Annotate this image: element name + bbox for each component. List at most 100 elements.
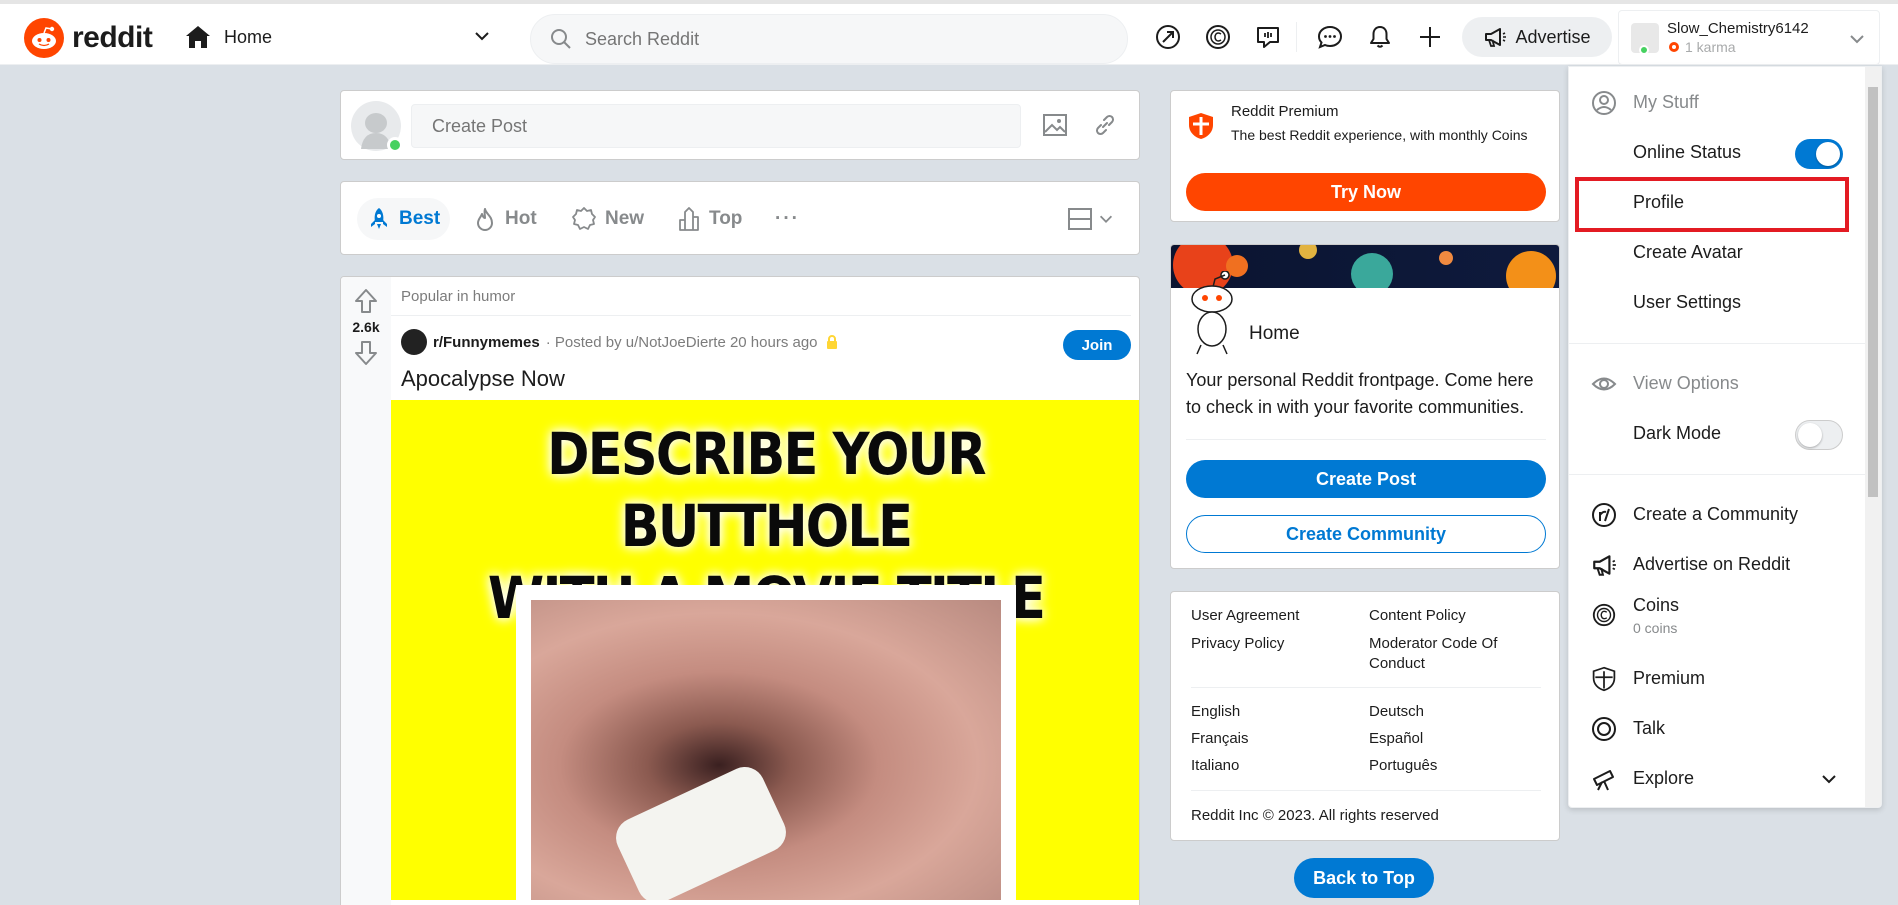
- advertise-label: Advertise on Reddit: [1633, 553, 1791, 574]
- language-spanish-link[interactable]: Español: [1369, 729, 1423, 749]
- home-description: Your personal Reddit frontpage. Come her…: [1186, 370, 1534, 417]
- talk-icon[interactable]: [1252, 21, 1284, 53]
- popular-in-label: Popular in humor: [391, 277, 1131, 316]
- online-dot: [1639, 44, 1649, 55]
- downvote-arrow-icon[interactable]: [353, 339, 379, 367]
- explore-label: Explore: [1633, 767, 1695, 788]
- privacy-policy-link[interactable]: Privacy Policy: [1191, 634, 1284, 654]
- content-policy-link[interactable]: Content Policy: [1369, 606, 1466, 626]
- talk-menu-item[interactable]: Talk: [1569, 703, 1867, 753]
- subreddit-link[interactable]: r/Funnymemes: [433, 334, 540, 351]
- post-image[interactable]: DESCRIBE YOUR BUTTHOLE WITH A MOVIE TITL…: [391, 400, 1139, 900]
- notification-bell-icon[interactable]: [1364, 21, 1396, 53]
- chevron-down-icon: [1099, 215, 1113, 223]
- user-avatar: [1631, 22, 1659, 55]
- search-input[interactable]: [585, 28, 1085, 50]
- view-options-label: View Options: [1633, 372, 1739, 393]
- premium-description: The best Reddit experience, with monthly…: [1231, 127, 1528, 143]
- create-community-menu-item[interactable]: Create a Community: [1569, 489, 1867, 539]
- premium-menu-item[interactable]: Premium: [1569, 653, 1867, 703]
- header-divider: [1296, 22, 1297, 52]
- image-upload-icon[interactable]: [1041, 111, 1069, 144]
- post-card[interactable]: 2.6k Popular in humor r/Funnymemes · Pos…: [340, 276, 1140, 905]
- online-status-toggle[interactable]: [1795, 139, 1843, 169]
- home-info-card: Home Your personal Reddit frontpage. Com…: [1170, 244, 1560, 569]
- user-agreement-link[interactable]: User Agreement: [1191, 606, 1299, 626]
- create-post-input[interactable]: [411, 104, 1021, 148]
- create-community-button[interactable]: Create Community: [1186, 515, 1546, 553]
- sort-best-tab[interactable]: Best: [357, 198, 451, 240]
- post-title[interactable]: Apocalypse Now: [391, 356, 1139, 400]
- explore-menu-item[interactable]: Explore: [1569, 753, 1867, 803]
- language-french-link[interactable]: Français: [1191, 729, 1249, 749]
- sort-hot-label: Hot: [505, 208, 537, 229]
- home-feed-selector[interactable]: Home: [180, 18, 500, 56]
- language-italian-link[interactable]: Italiano: [1191, 756, 1239, 776]
- user-settings-menu-item[interactable]: User Settings: [1569, 277, 1867, 327]
- sort-top-label: Top: [709, 208, 743, 229]
- search-bar[interactable]: [530, 14, 1128, 64]
- sparkle-badge-icon: [572, 207, 596, 230]
- upvote-arrow-icon[interactable]: [353, 287, 379, 315]
- moderator-code-link[interactable]: Moderator Code Of Conduct: [1369, 634, 1529, 674]
- advertise-menu-item[interactable]: Advertise on Reddit: [1569, 539, 1867, 589]
- snoo-mascot-icon: [1191, 271, 1233, 355]
- back-to-top-button[interactable]: Back to Top: [1294, 858, 1434, 898]
- language-german-link[interactable]: Deutsch: [1369, 702, 1424, 722]
- dark-mode-row[interactable]: Dark Mode: [1569, 408, 1867, 458]
- link-icon[interactable]: [1091, 111, 1119, 144]
- subreddit-icon[interactable]: [401, 329, 427, 355]
- dark-mode-label: Dark Mode: [1633, 422, 1722, 443]
- create-avatar-menu-item[interactable]: Create Avatar: [1569, 227, 1867, 277]
- sort-new-label: New: [605, 208, 645, 229]
- popular-icon[interactable]: [1152, 21, 1184, 53]
- card-layout-icon: [1068, 208, 1092, 230]
- reddit-logo[interactable]: reddit: [24, 18, 153, 58]
- view-layout-selector[interactable]: [1067, 206, 1115, 232]
- search-icon: [551, 29, 571, 49]
- megaphone-icon: [1591, 552, 1617, 578]
- more-options-button[interactable]: ···: [765, 198, 810, 240]
- sort-new-tab[interactable]: New: [561, 198, 654, 240]
- meme-photo: [516, 585, 1016, 900]
- my-stuff-section-header: My Stuff: [1569, 77, 1867, 127]
- dropdown-scrollbar[interactable]: [1865, 67, 1881, 807]
- posted-by[interactable]: · Posted by u/NotJoeDierte 20 hours ago: [546, 334, 818, 351]
- create-avatar-label: Create Avatar: [1633, 241, 1743, 262]
- coins-menu-item[interactable]: Coins 0 coins: [1569, 589, 1867, 639]
- sort-hot-tab[interactable]: Hot: [463, 198, 547, 240]
- user-circle-icon: [1591, 90, 1617, 116]
- sort-top-tab[interactable]: Top: [667, 198, 752, 240]
- telescope-icon: [1591, 766, 1617, 792]
- language-english-link[interactable]: English: [1191, 702, 1240, 722]
- chat-icon[interactable]: [1314, 21, 1346, 53]
- divider: [1191, 790, 1541, 791]
- create-post-plus-icon[interactable]: [1414, 21, 1446, 53]
- chevron-down-icon: [1822, 775, 1836, 784]
- karma-icon: [1669, 42, 1679, 52]
- language-portuguese-link[interactable]: Português: [1369, 756, 1437, 776]
- create-post-button[interactable]: Create Post: [1186, 460, 1546, 498]
- user-menu-toggle[interactable]: Slow_Chemistry6142 1 karma: [1618, 10, 1880, 65]
- coins-icon: [1591, 602, 1617, 628]
- view-options-section-header: View Options: [1569, 358, 1867, 408]
- try-now-button[interactable]: Try Now: [1186, 173, 1546, 211]
- online-status-row[interactable]: Online Status: [1569, 127, 1867, 177]
- talk-label: Talk: [1633, 717, 1666, 738]
- divider: [1569, 474, 1867, 475]
- user-avatar[interactable]: [351, 101, 403, 153]
- join-button[interactable]: Join: [1063, 330, 1131, 360]
- user-settings-label: User Settings: [1633, 291, 1742, 312]
- premium-label: Premium: [1633, 667, 1706, 688]
- my-stuff-label: My Stuff: [1633, 91, 1699, 112]
- vote-column: 2.6k: [341, 277, 391, 905]
- reddit-alien-icon: [24, 18, 64, 58]
- dark-mode-toggle[interactable]: [1795, 420, 1843, 450]
- online-status-label: Online Status: [1633, 141, 1742, 162]
- chevron-down-icon: [1850, 35, 1864, 44]
- username: Slow_Chemistry6142: [1667, 20, 1809, 37]
- advertise-button[interactable]: Advertise: [1462, 17, 1612, 57]
- coins-icon[interactable]: [1202, 21, 1234, 53]
- profile-highlight-box: [1575, 177, 1849, 232]
- community-r-icon: [1591, 502, 1617, 528]
